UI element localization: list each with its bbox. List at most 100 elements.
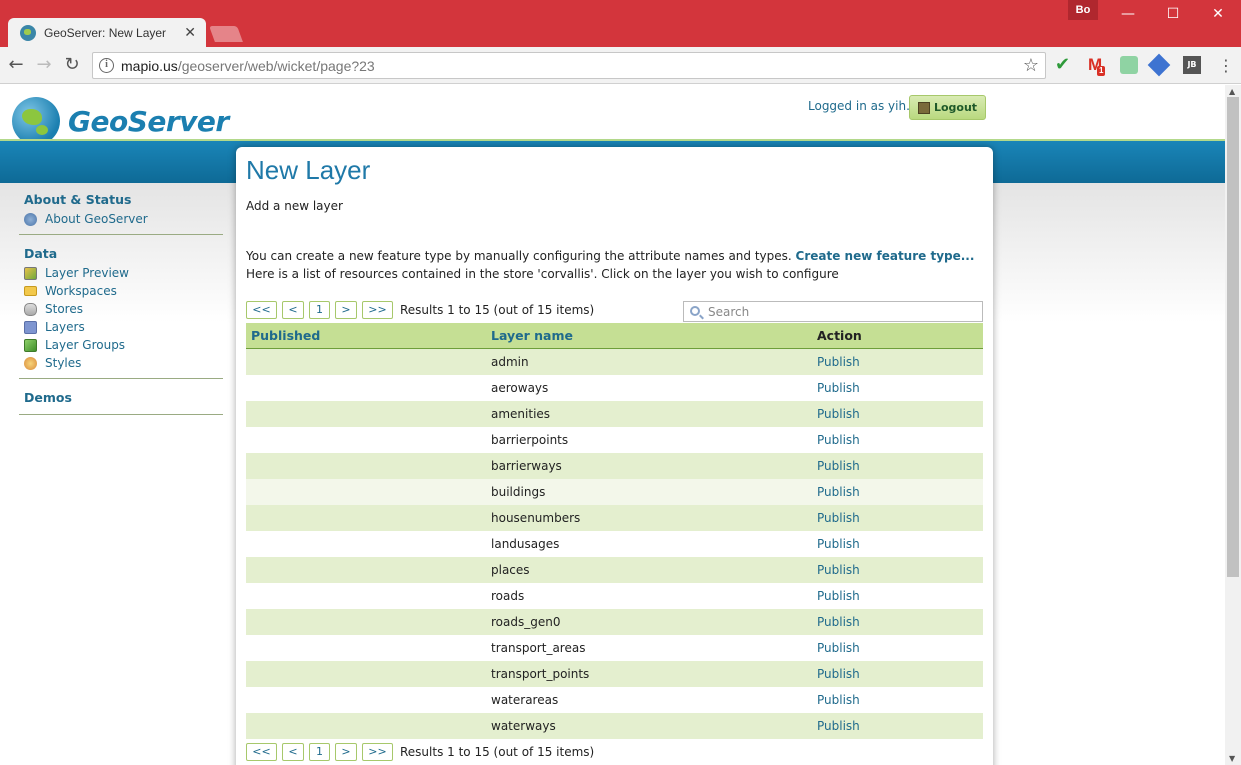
blue-extension-icon[interactable] xyxy=(1147,53,1171,77)
layer-name-cell: places xyxy=(491,563,530,577)
layer-name-cell: buildings xyxy=(491,485,546,499)
pager-next-button[interactable]: > xyxy=(335,301,357,319)
publish-link[interactable]: Publish xyxy=(812,537,860,551)
geoserver-favicon-icon xyxy=(20,24,36,41)
publish-link[interactable]: Publish xyxy=(812,381,860,395)
table-row: amenities Publish xyxy=(246,401,983,427)
green-extension-icon[interactable] xyxy=(1120,56,1138,74)
back-icon[interactable]: ← xyxy=(6,55,26,75)
layer-groups-icon xyxy=(24,338,37,352)
layer-name-cell: admin xyxy=(491,355,529,369)
table-row: buildings Publish xyxy=(246,479,983,505)
checkmark-extension-icon[interactable]: ✔ xyxy=(1055,56,1073,74)
url-text: mapio.us/geoserver/web/wicket/page?23 xyxy=(121,58,375,74)
jb-extension-icon[interactable]: JB xyxy=(1183,56,1201,74)
logged-in-text: Logged in as yih. xyxy=(808,99,910,113)
sidebar-item-label: Styles xyxy=(45,356,82,370)
globe-icon xyxy=(12,97,60,145)
publish-link[interactable]: Publish xyxy=(812,511,860,525)
search-input[interactable] xyxy=(708,304,978,319)
sidebar-heading-data[interactable]: Data xyxy=(19,243,223,264)
pager-prev-button[interactable]: < xyxy=(282,301,304,319)
geoserver-logo[interactable]: GeoServer xyxy=(12,97,229,145)
publish-link[interactable]: Publish xyxy=(812,667,860,681)
browser-tab[interactable]: GeoServer: New Layer ✕ xyxy=(8,18,206,47)
layers-table: Published Layer name Action admin Publish… xyxy=(246,323,983,739)
pager-first-button[interactable]: << xyxy=(246,743,277,761)
bookmark-star-icon[interactable]: ☆ xyxy=(1023,55,1039,76)
tab-close-icon[interactable]: ✕ xyxy=(184,25,196,41)
publish-link[interactable]: Publish xyxy=(812,589,860,603)
maximize-icon[interactable]: ☐ xyxy=(1158,4,1188,24)
search-box[interactable] xyxy=(683,301,983,322)
column-header-published[interactable]: Published xyxy=(246,328,486,343)
profile-button[interactable]: Bo xyxy=(1068,0,1098,20)
publish-link[interactable]: Publish xyxy=(812,485,860,499)
minimize-icon[interactable]: — xyxy=(1113,4,1143,24)
sidebar-item-stores[interactable]: Stores xyxy=(19,300,223,318)
publish-link[interactable]: Publish xyxy=(812,641,860,655)
publish-link[interactable]: Publish xyxy=(812,563,860,577)
sidebar-item-workspaces[interactable]: Workspaces xyxy=(19,282,223,300)
layer-name-cell: waterways xyxy=(491,719,556,733)
site-info-icon[interactable]: i xyxy=(99,58,114,73)
layer-name-cell: housenumbers xyxy=(491,511,581,525)
layer-name-cell: landusages xyxy=(491,537,560,551)
sidebar-heading-about[interactable]: About & Status xyxy=(19,189,223,210)
sidebar-item-about-geoserver[interactable]: About GeoServer xyxy=(19,210,223,228)
pager-results-text: Results 1 to 15 (out of 15 items) xyxy=(400,745,595,759)
pager-last-button[interactable]: >> xyxy=(362,301,393,319)
publish-link[interactable]: Publish xyxy=(812,407,860,421)
publish-link[interactable]: Publish xyxy=(812,719,860,733)
reload-icon[interactable]: ↻ xyxy=(62,55,82,75)
sidebar-divider xyxy=(19,378,223,379)
sidebar-item-layer-preview[interactable]: Layer Preview xyxy=(19,264,223,282)
sidebar-item-layers[interactable]: Layers xyxy=(19,318,223,336)
pager-last-button[interactable]: >> xyxy=(362,743,393,761)
layer-name-cell: amenities xyxy=(491,407,551,421)
table-row: transport_areas Publish xyxy=(246,635,983,661)
table-row: housenumbers Publish xyxy=(246,505,983,531)
new-tab-button[interactable] xyxy=(209,26,243,42)
pager-page-button[interactable]: 1 xyxy=(309,743,330,761)
browser-menu-icon[interactable]: ⋮ xyxy=(1218,56,1234,75)
publish-link[interactable]: Publish xyxy=(812,433,860,447)
create-feature-type-link[interactable]: Create new feature type... xyxy=(796,249,975,263)
scroll-down-icon[interactable]: ▼ xyxy=(1229,754,1235,763)
page-subtitle: Add a new layer xyxy=(246,199,343,213)
sidebar-item-label: About GeoServer xyxy=(45,212,148,226)
sidebar-heading-demos[interactable]: Demos xyxy=(19,387,223,408)
sidebar-item-label: Layers xyxy=(45,320,85,334)
publish-link[interactable]: Publish xyxy=(812,693,860,707)
sidebar-item-layer-groups[interactable]: Layer Groups xyxy=(19,336,223,354)
table-row: barrierpoints Publish xyxy=(246,427,983,453)
sidebar-item-label: Workspaces xyxy=(45,284,117,298)
pager-first-button[interactable]: << xyxy=(246,301,277,319)
close-window-icon[interactable]: ✕ xyxy=(1203,4,1233,24)
table-row: roads Publish xyxy=(246,583,983,609)
table-header: Published Layer name Action xyxy=(246,323,983,349)
publish-link[interactable]: Publish xyxy=(812,459,860,473)
pager-next-button[interactable]: > xyxy=(335,743,357,761)
description-line-2: Here is a list of resources contained in… xyxy=(246,267,839,281)
sidebar-item-styles[interactable]: Styles xyxy=(19,354,223,372)
description-line-1: You can create a new feature type by man… xyxy=(246,249,974,263)
publish-link[interactable]: Publish xyxy=(812,615,860,629)
publish-link[interactable]: Publish xyxy=(812,355,860,369)
logout-label: Logout xyxy=(933,101,978,114)
page-viewport: GeoServer Logged in as yih. Logout About… xyxy=(0,85,1225,765)
logout-button[interactable]: Logout xyxy=(909,95,986,120)
page-scrollbar[interactable]: ▲ ▼ xyxy=(1225,85,1241,765)
pager-prev-button[interactable]: < xyxy=(282,743,304,761)
scroll-thumb[interactable] xyxy=(1227,97,1239,577)
sidebar-item-label: Layer Groups xyxy=(45,338,126,352)
pager-page-button[interactable]: 1 xyxy=(309,301,330,319)
table-row: barrierways Publish xyxy=(246,453,983,479)
scroll-up-icon[interactable]: ▲ xyxy=(1229,87,1235,96)
gmail-extension-icon[interactable]: M1 xyxy=(1088,56,1106,76)
forward-icon[interactable]: → xyxy=(34,55,54,75)
column-header-layer-name[interactable]: Layer name xyxy=(486,328,812,343)
logo-text: GeoServer xyxy=(68,104,229,138)
address-bar[interactable]: i mapio.us/geoserver/web/wicket/page?23 … xyxy=(92,52,1046,79)
table-row: roads_gen0 Publish xyxy=(246,609,983,635)
